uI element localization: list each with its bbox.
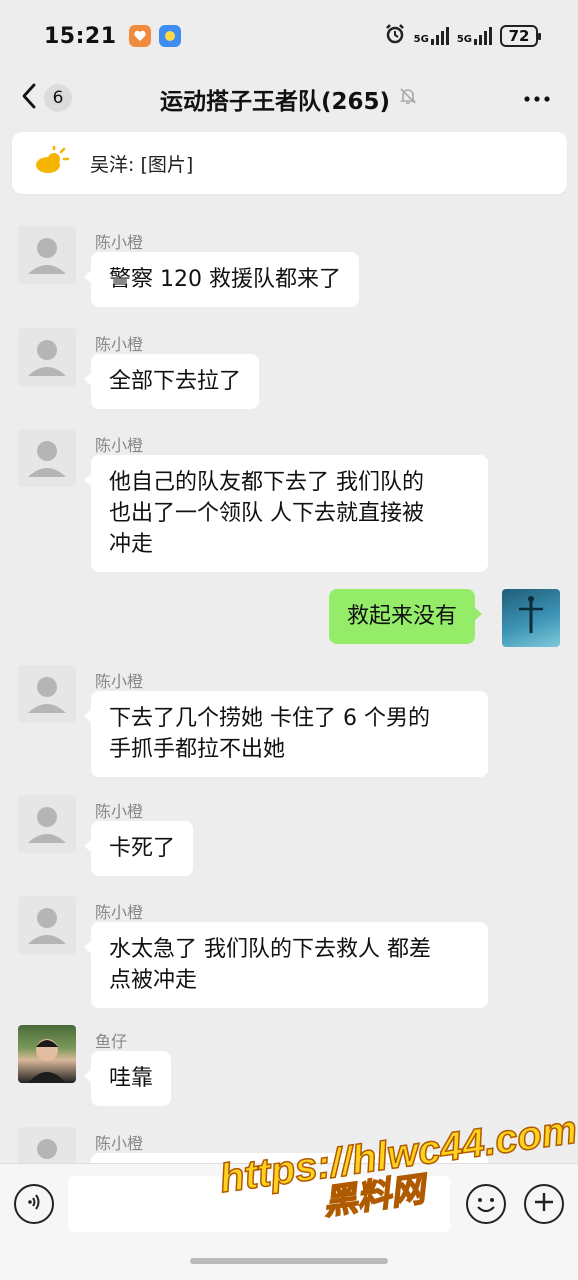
sender-name: 陈小橙 — [95, 233, 144, 252]
chat-title: 运动搭子王者队(265) — [159, 89, 391, 115]
message-bubble[interactable]: 水太急了 我们队的下去救人 都差 点被冲走 — [84, 922, 488, 1008]
message-text: 卡死了 — [109, 836, 176, 861]
sender-name: 鱼仔 — [95, 1032, 128, 1051]
avatar[interactable] — [18, 226, 76, 284]
avatar[interactable] — [18, 429, 76, 487]
sender-name: 陈小橙 — [95, 903, 144, 922]
message-input[interactable] — [68, 1176, 450, 1232]
message-text-line: 下去了几个捞她 卡住了 6 个男的 — [109, 706, 430, 731]
plus-icon — [533, 1191, 555, 1217]
avatar[interactable] — [18, 328, 76, 386]
message-text-line: 点被冲走 — [109, 968, 198, 993]
status-bar: 15:21 5G 5G 72 — [0, 0, 578, 72]
sender-name: 陈小橙 — [95, 436, 144, 455]
sender-name: 陈小橙 — [95, 1134, 144, 1153]
mute-bell-icon — [398, 86, 418, 112]
sender-name: 陈小橙 — [95, 672, 144, 691]
signal-icon-1: 5G — [414, 27, 449, 45]
message-text-line: 冲走 — [109, 532, 154, 557]
avatar[interactable] — [18, 795, 76, 853]
self-avatar[interactable] — [502, 589, 560, 647]
message-text: 救起来没有 — [347, 604, 458, 629]
message-text-line: 他自己的队友都下去了 我们队的 — [109, 470, 424, 495]
self-message-bubble[interactable]: 救起来没有 — [329, 589, 483, 644]
battery-indicator: 72 — [500, 25, 541, 47]
home-indicator[interactable] — [190, 1258, 388, 1264]
message-text: 哇靠 — [109, 1066, 154, 1091]
weather-app-icon — [158, 25, 181, 47]
message-bubble[interactable]: 哇靠 — [83, 1051, 172, 1106]
pinned-message-text: 吴洋: [图片] — [90, 153, 194, 176]
smiley-icon — [468, 1198, 504, 1226]
message-bubble[interactable]: 他自己的队友都下去了 我们队的 也出了一个领队 人下去就直接被 冲走 — [84, 455, 488, 572]
message-text-line: 手抓手都拉不出她 — [109, 737, 286, 762]
message-text: 警察 120 救援队都来了 — [109, 267, 341, 292]
message-text-line: 也出了一个领队 人下去就直接被 — [109, 501, 424, 526]
sun-cloud-icon — [34, 144, 70, 180]
more-options-button[interactable] — [522, 82, 552, 112]
sender-name: 陈小橙 — [95, 802, 144, 821]
pinned-message-bar[interactable]: 吴洋: [图片] — [12, 132, 567, 194]
emoji-button[interactable] — [466, 1184, 506, 1224]
message-bubble[interactable]: 全部下去拉了 — [83, 354, 260, 409]
more-dots-icon — [523, 88, 551, 107]
voice-wave-icon — [24, 1192, 44, 1216]
alarm-icon — [384, 23, 406, 49]
message-bubble[interactable]: 卡死了 — [83, 821, 194, 876]
heart-app-icon — [128, 25, 151, 47]
signal-icon-2: 5G — [457, 27, 492, 45]
message-text-line: 水太急了 我们队的下去救人 都差 — [109, 937, 431, 962]
message-bubble[interactable]: 警察 120 救援队都来了 — [84, 252, 359, 307]
status-time: 15:21 — [44, 23, 117, 49]
message-text: 全部下去拉了 — [109, 369, 242, 394]
avatar[interactable] — [18, 896, 76, 954]
voice-input-button[interactable] — [14, 1184, 54, 1224]
avatar[interactable] — [18, 665, 76, 723]
chat-header: 6 运动搭子王者队(265) — [0, 72, 578, 124]
avatar[interactable] — [18, 1025, 76, 1083]
sender-name: 陈小橙 — [95, 335, 144, 354]
more-functions-button[interactable] — [524, 1184, 564, 1224]
message-bubble[interactable]: 下去了几个捞她 卡住了 6 个男的 手抓手都拉不出她 — [84, 691, 488, 777]
